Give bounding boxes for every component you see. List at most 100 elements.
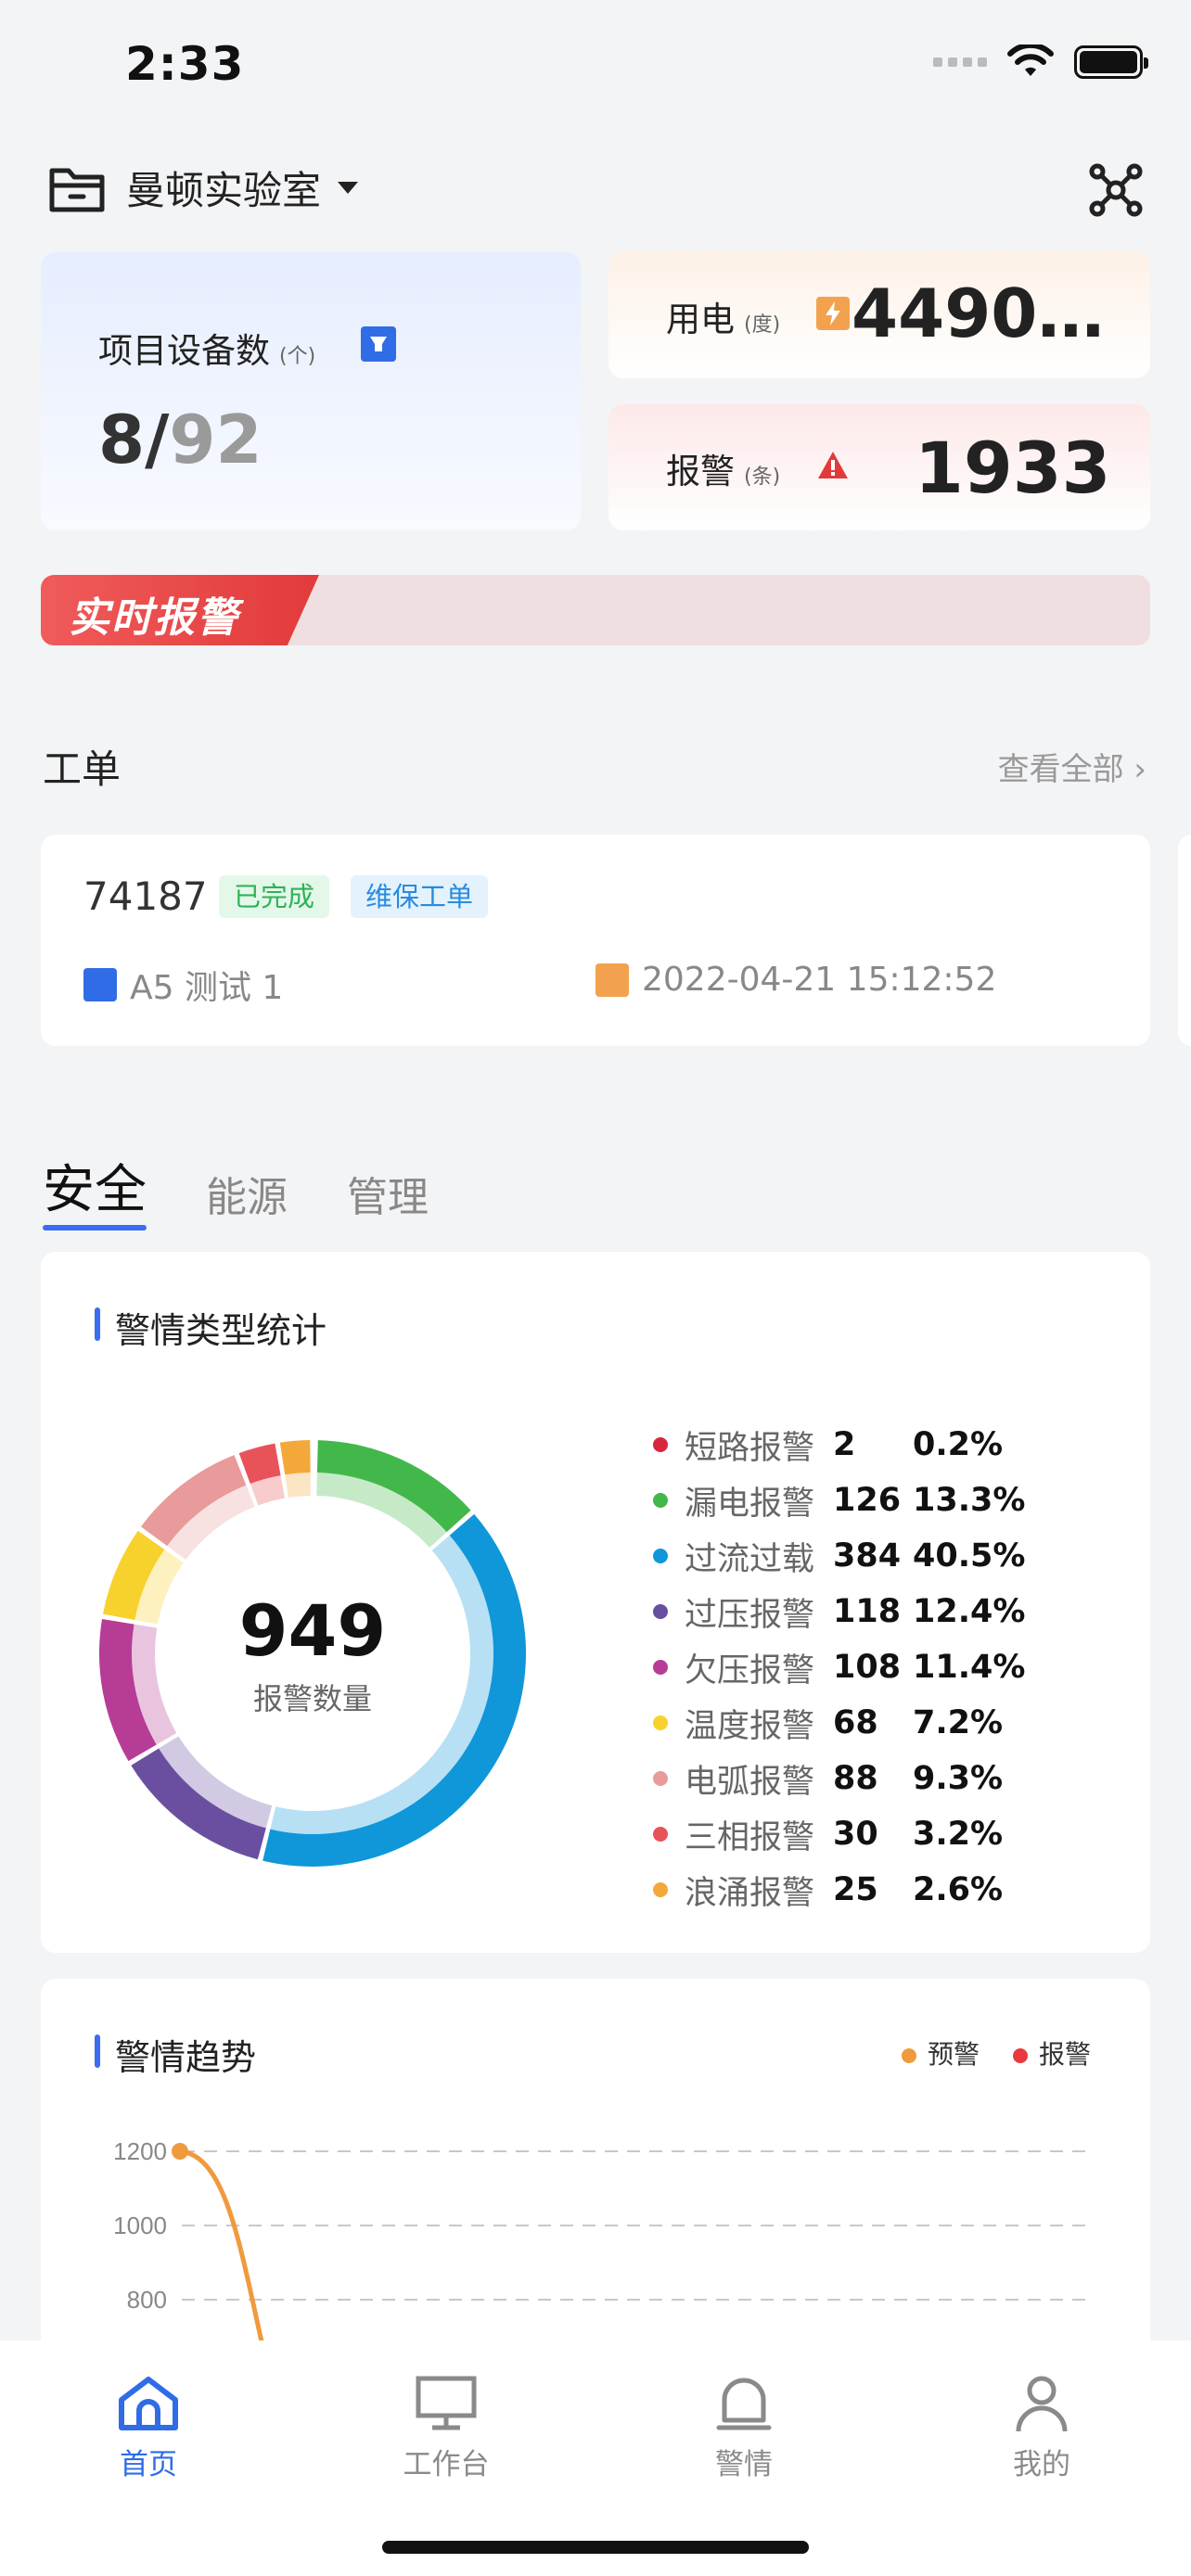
legend-count: 108 <box>833 1649 902 1686</box>
power-label-text: 用电 <box>666 300 735 339</box>
legend-dot <box>653 1771 668 1786</box>
device-icon <box>83 968 117 1001</box>
power-usage-card[interactable]: 用电 (度) 449019... <box>608 252 1150 378</box>
nav-item-home[interactable]: 首页 <box>56 2359 241 2482</box>
legend-row[interactable]: 三相报警 30 3.2% <box>653 1806 1025 1862</box>
legend-count: 30 <box>833 1816 878 1853</box>
nav-label-profile: 我的 <box>1013 2448 1070 2481</box>
legend-count: 88 <box>833 1760 878 1797</box>
device-online-count: 8/ <box>98 401 170 478</box>
nav-item-profile[interactable]: 我的 <box>949 2359 1134 2482</box>
legend-dot <box>653 1493 668 1508</box>
work-order-id: 74187 <box>83 874 208 919</box>
legend-percent: 12.4% <box>913 1593 1026 1630</box>
legend-name: 过压报警 <box>685 1596 815 1634</box>
project-selector[interactable]: 曼顿实验室 <box>46 159 359 216</box>
legend-name: 三相报警 <box>685 1818 815 1856</box>
power-value: 449019... <box>852 274 1145 352</box>
device-count-value: 8/92 <box>98 401 263 478</box>
realtime-alarm-label: 实时报警 <box>69 594 239 642</box>
nav-label-workbench: 工作台 <box>403 2448 490 2481</box>
tab-safety[interactable]: 安全 <box>43 1148 147 1231</box>
legend-row[interactable]: 过压报警 118 12.4% <box>653 1584 1025 1639</box>
wifi-icon <box>1007 45 1054 76</box>
legend-row[interactable]: 过流过载 384 40.5% <box>653 1528 1025 1584</box>
warning-icon <box>818 452 848 478</box>
order-type-badge: 维保工单 <box>351 875 489 918</box>
legend-row[interactable]: 欠压报警 108 11.4% <box>653 1639 1025 1695</box>
work-order-card[interactable]: 74187 已完成 维保工单 A5 测试 1 2022-04-21 15:12:… <box>41 835 1150 1046</box>
legend-row[interactable]: 短路报警 2 0.2% <box>653 1417 1025 1473</box>
work-order-device-name: A5 测试 1 <box>130 969 284 1007</box>
work-order-title: 工单 <box>43 746 122 792</box>
y-tick-label: 1200 <box>113 2137 167 2165</box>
chevron-down-icon <box>338 182 359 194</box>
y-tick-label: 1000 <box>113 2212 167 2239</box>
alarm-label: 报警 (条) <box>666 443 780 493</box>
alarm-label-text: 报警 <box>666 452 735 491</box>
category-tabs: 安全 能源 管理 <box>43 1148 429 1231</box>
legend-percent: 40.5% <box>913 1537 1026 1575</box>
legend-count: 384 <box>833 1537 902 1575</box>
legend-percent: 2.6% <box>913 1871 1004 1908</box>
alarm-value: 1933 <box>915 427 1111 509</box>
cellular-signal-icon <box>933 57 987 67</box>
battery-icon <box>1074 45 1148 79</box>
next-work-order-card[interactable] <box>1178 835 1191 1046</box>
alarm-count-card[interactable]: 报警 (条) 1933 <box>608 404 1150 530</box>
device-total-count: 92 <box>169 401 263 478</box>
alarm-total: 949 <box>238 1588 387 1672</box>
legend-name: 温度报警 <box>685 1707 815 1745</box>
alarm-unit: (条) <box>744 465 781 489</box>
legend-dot <box>653 1660 668 1675</box>
data-point-warning[interactable] <box>172 2143 188 2160</box>
alarm-total-label: 报警数量 <box>252 1680 372 1716</box>
device-count-label: 项目设备数 (个) <box>98 323 315 373</box>
alarm-stats-title: 警情类型统计 <box>95 1302 327 1353</box>
work-order-device: A5 测试 1 <box>83 961 283 1009</box>
view-all-link[interactable]: 查看全部 › <box>998 744 1146 789</box>
legend-count: 68 <box>833 1704 878 1741</box>
project-title: 曼顿实验室 <box>126 168 322 213</box>
clock-icon <box>596 963 629 997</box>
legend-name: 电弧报警 <box>685 1763 815 1801</box>
legend-row[interactable]: 漏电报警 126 13.3% <box>653 1473 1025 1528</box>
legend-count: 25 <box>833 1871 878 1908</box>
network-nodes-icon[interactable] <box>1089 163 1143 217</box>
legend-name: 短路报警 <box>685 1429 815 1467</box>
user-icon <box>1016 2376 1068 2432</box>
folder-icon <box>49 168 105 211</box>
legend-dot <box>653 1827 668 1842</box>
bell-icon <box>716 2378 772 2430</box>
legend-percent: 11.4% <box>913 1649 1026 1686</box>
realtime-alarm-banner[interactable]: 实时报警 <box>41 575 1150 645</box>
legend-dot <box>653 1882 668 1897</box>
donut-center: 949 报警数量 <box>95 1435 531 1871</box>
legend-row[interactable]: 温度报警 68 7.2% <box>653 1695 1025 1751</box>
y-tick-label: 800 <box>127 2286 167 2314</box>
legend-name: 漏电报警 <box>685 1485 815 1523</box>
nav-label-alerts: 警情 <box>715 2448 773 2481</box>
legend-percent: 13.3% <box>913 1482 1026 1519</box>
status-indicators <box>933 45 1148 80</box>
nav-item-workbench[interactable]: 工作台 <box>353 2359 539 2482</box>
device-count-card[interactable]: 项目设备数 (个) 8/92 <box>41 252 581 530</box>
legend-row[interactable]: 电弧报警 88 9.3% <box>653 1751 1025 1806</box>
nav-label-home: 首页 <box>120 2448 177 2481</box>
tab-energy[interactable]: 能源 <box>206 1164 288 1223</box>
legend-percent: 9.3% <box>913 1760 1004 1797</box>
nav-item-alerts[interactable]: 警情 <box>651 2359 837 2482</box>
tab-management[interactable]: 管理 <box>347 1164 429 1223</box>
legend-name: 欠压报警 <box>685 1651 815 1690</box>
legend-row[interactable]: 浪涌报警 25 2.6% <box>653 1862 1025 1918</box>
home-icon <box>119 2377 178 2430</box>
series-line-warning <box>179 2149 266 2351</box>
legend-percent: 3.2% <box>913 1816 1004 1853</box>
device-label-text: 项目设备数 <box>98 331 270 371</box>
power-label: 用电 (度) <box>666 291 780 341</box>
legend-count: 126 <box>833 1482 902 1519</box>
legend-count: 2 <box>833 1426 856 1463</box>
lightning-icon <box>816 297 850 330</box>
device-badge-icon <box>361 326 396 362</box>
legend-dot <box>653 1549 668 1563</box>
